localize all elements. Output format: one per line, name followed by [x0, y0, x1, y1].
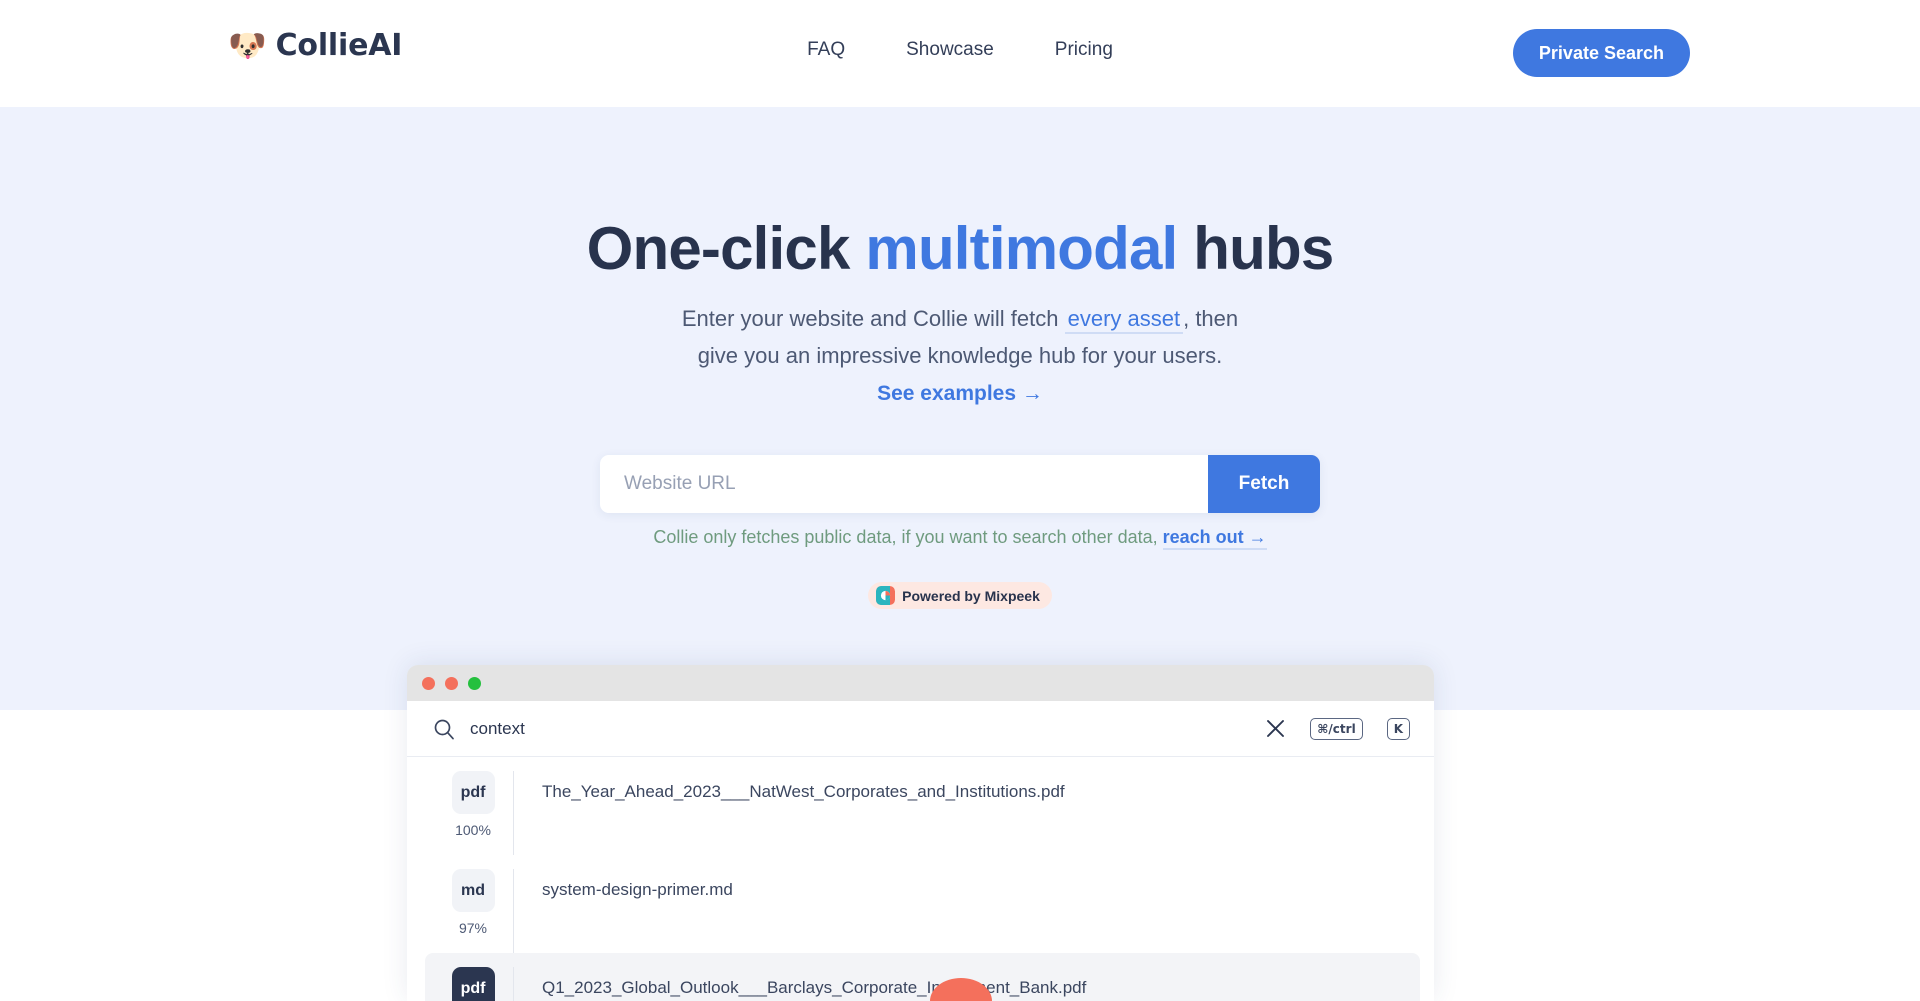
window-close-dot[interactable] [422, 676, 435, 690]
subheading-text-after: , then [1183, 306, 1239, 331]
window-minimize-dot[interactable] [445, 676, 458, 690]
match-score: 100% [455, 822, 491, 838]
brand-name: CollieAI [275, 27, 403, 63]
dog-face-logo-icon: 🐶 [228, 28, 267, 63]
mockup-search-bar[interactable]: context ⌘/ctrl K [407, 701, 1434, 757]
search-icon [433, 718, 455, 740]
browser-mockup: context ⌘/ctrl K pdf 100% The_Year_Ahead… [407, 665, 1434, 1001]
powered-by-wrapper: Powered by Mixpeek [0, 582, 1920, 609]
result-type-column: pdf 100% [439, 771, 507, 838]
website-url-input[interactable] [600, 455, 1208, 513]
kbd-key-hint: K [1386, 717, 1410, 740]
table-row[interactable]: md 97% system-design-primer.md [407, 855, 1434, 953]
result-type-column: md 97% [439, 869, 507, 936]
result-type-column: pdf [439, 967, 507, 1001]
disclaimer-text: Collie only fetches public data, if you … [653, 527, 1158, 547]
file-type-badge: pdf [451, 771, 495, 814]
brand-logo-link[interactable]: 🐶 CollieAI [228, 30, 402, 61]
file-type-badge: md [451, 869, 495, 912]
page-title: One-click multimodal hubs [0, 216, 1920, 282]
public-data-disclaimer: Collie only fetches public data, if you … [0, 527, 1920, 550]
main-navigation: FAQ Showcase Pricing [807, 40, 1113, 59]
search-results-list: pdf 100% The_Year_Ahead_2023___NatWest_C… [407, 757, 1434, 1001]
private-search-button[interactable]: Private Search [1512, 29, 1690, 77]
table-row[interactable]: pdf 100% The_Year_Ahead_2023___NatWest_C… [407, 757, 1434, 855]
subheading-line-2: give you an impressive knowledge hub for… [697, 343, 1223, 368]
match-score: 97% [458, 920, 488, 936]
nav-item-faq[interactable]: FAQ [807, 40, 845, 59]
headline-accent-word: multimodal [865, 215, 1178, 282]
hero-section-background [0, 107, 1920, 710]
nav-item-showcase[interactable]: Showcase [906, 40, 994, 59]
result-filename: The_Year_Ahead_2023___NatWest_Corporates… [542, 782, 1065, 801]
headline-part-2: hubs [1177, 215, 1334, 282]
subheading-text-before: Enter your website and Collie will fetch [681, 306, 1065, 331]
see-examples-link[interactable]: See examples → [877, 382, 1043, 405]
mockup-titlebar [407, 665, 1434, 701]
result-filename: system-design-primer.md [542, 880, 733, 899]
fetch-button[interactable]: Fetch [1208, 455, 1320, 513]
window-maximize-dot[interactable] [468, 676, 481, 690]
powered-by-mixpeek-badge[interactable]: Powered by Mixpeek [868, 582, 1052, 609]
mockup-content: context ⌘/ctrl K pdf 100% The_Year_Ahead… [407, 701, 1434, 1001]
reach-out-link[interactable]: reach out → [1162, 527, 1267, 550]
site-header: 🐶 CollieAI FAQ Showcase Pricing Private … [0, 0, 1920, 107]
mixpeek-logo-icon [876, 586, 896, 605]
mockup-search-query: context [470, 718, 525, 738]
fetch-form: Fetch [600, 455, 1320, 513]
see-examples-wrapper: See examples → [0, 382, 1920, 406]
file-type-badge: pdf [451, 967, 495, 1001]
table-row[interactable]: pdf Q1_2023_Global_Outlook___Barclays_Co… [425, 953, 1420, 1001]
close-icon[interactable] [1265, 718, 1286, 739]
powered-by-label: Powered by Mixpeek [902, 587, 1040, 604]
nav-item-pricing[interactable]: Pricing [1055, 40, 1113, 59]
hero-subheading: Enter your website and Collie will fetch… [0, 300, 1920, 374]
kbd-modifier-hint: ⌘/ctrl [1310, 717, 1363, 740]
result-filename: Q1_2023_Global_Outlook___Barclays_Corpor… [542, 978, 1087, 997]
headline-part-1: One-click [586, 215, 866, 282]
every-asset-link[interactable]: every asset [1064, 306, 1184, 334]
